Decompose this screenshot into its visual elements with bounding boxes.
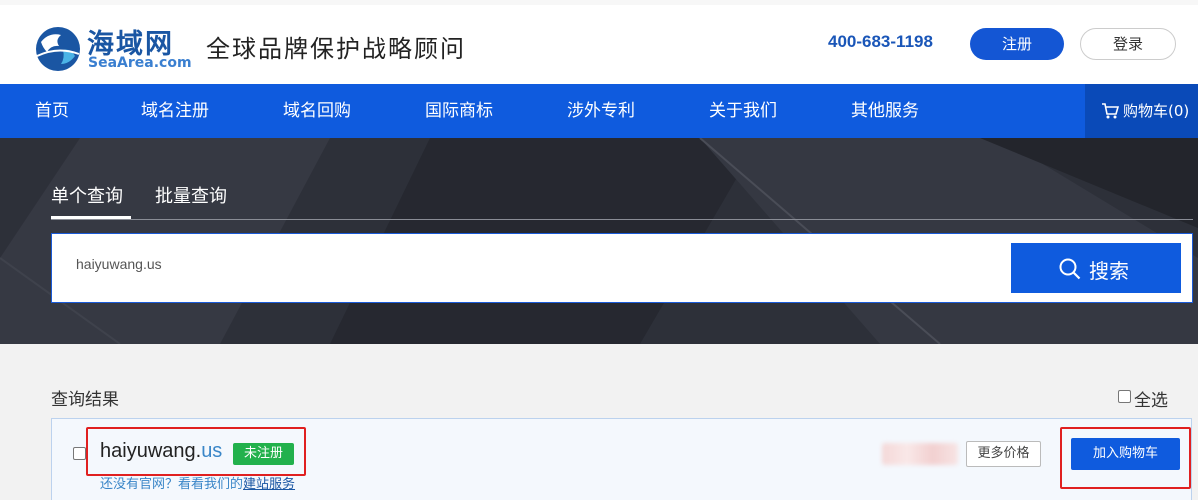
- add-to-cart-highlight-box: [1060, 427, 1191, 489]
- website-service-note: 还没有官网？看看我们的建站服务: [100, 473, 295, 492]
- login-button[interactable]: 登录: [1080, 28, 1176, 60]
- slogan: 全球品牌保护战略顾问: [206, 35, 466, 63]
- domain-highlight-box: [86, 427, 306, 476]
- main-nav: 首页 域名注册 域名回购 国际商标 涉外专利 关于我们 其他服务 购物车(0): [0, 84, 1198, 138]
- site-logo[interactable]: 海域网 SeaArea.com: [35, 22, 195, 72]
- tab-single-query[interactable]: 单个查询: [51, 182, 123, 208]
- hotline-phone: 400-683-1198: [828, 32, 933, 51]
- search-box: haiyuwang.us 搜索: [51, 233, 1193, 303]
- site-header: 海域网 SeaArea.com 全球品牌保护战略顾问 400-683-1198 …: [0, 5, 1198, 84]
- nav-item-home[interactable]: 首页: [35, 84, 69, 138]
- search-input[interactable]: haiyuwang.us: [76, 256, 162, 272]
- nav-item-domain-buyback[interactable]: 域名回购: [283, 84, 351, 138]
- logo-english-text: SeaArea.com: [88, 55, 192, 71]
- nav-item-about[interactable]: 关于我们: [709, 84, 777, 138]
- cart-icon: [1102, 103, 1119, 119]
- select-all-checkbox[interactable]: [1118, 390, 1131, 403]
- result-checkbox[interactable]: [73, 447, 86, 460]
- tab-batch-query[interactable]: 批量查询: [155, 182, 227, 208]
- search-hero: 单个查询 批量查询 haiyuwang.us 搜索: [0, 138, 1198, 344]
- nav-item-other-services[interactable]: 其他服务: [851, 84, 919, 138]
- cart-button[interactable]: 购物车(0): [1085, 84, 1198, 138]
- results-title: 查询结果: [51, 390, 119, 410]
- search-button[interactable]: 搜索: [1011, 243, 1181, 293]
- result-item: haiyuwang.us 未注册 还没有官网？看看我们的建站服务 更多价格 加入…: [51, 418, 1192, 500]
- globe-logo-icon: [36, 27, 80, 71]
- select-all-label: 全选: [1134, 391, 1168, 411]
- blurred-price: [882, 443, 958, 465]
- register-button[interactable]: 注册: [970, 28, 1064, 60]
- cart-label: 购物车(0): [1123, 102, 1190, 120]
- search-button-label: 搜索: [1089, 259, 1129, 283]
- tab-divider: [51, 219, 1193, 220]
- nav-item-domain-register[interactable]: 域名注册: [141, 84, 209, 138]
- note-text: 还没有官网？看看我们的: [100, 477, 244, 492]
- search-icon: [1059, 258, 1081, 280]
- website-service-link[interactable]: 建站服务: [243, 477, 295, 492]
- nav-item-trademark[interactable]: 国际商标: [425, 84, 493, 138]
- more-price-button[interactable]: 更多价格: [966, 441, 1041, 467]
- nav-item-patent[interactable]: 涉外专利: [567, 84, 635, 138]
